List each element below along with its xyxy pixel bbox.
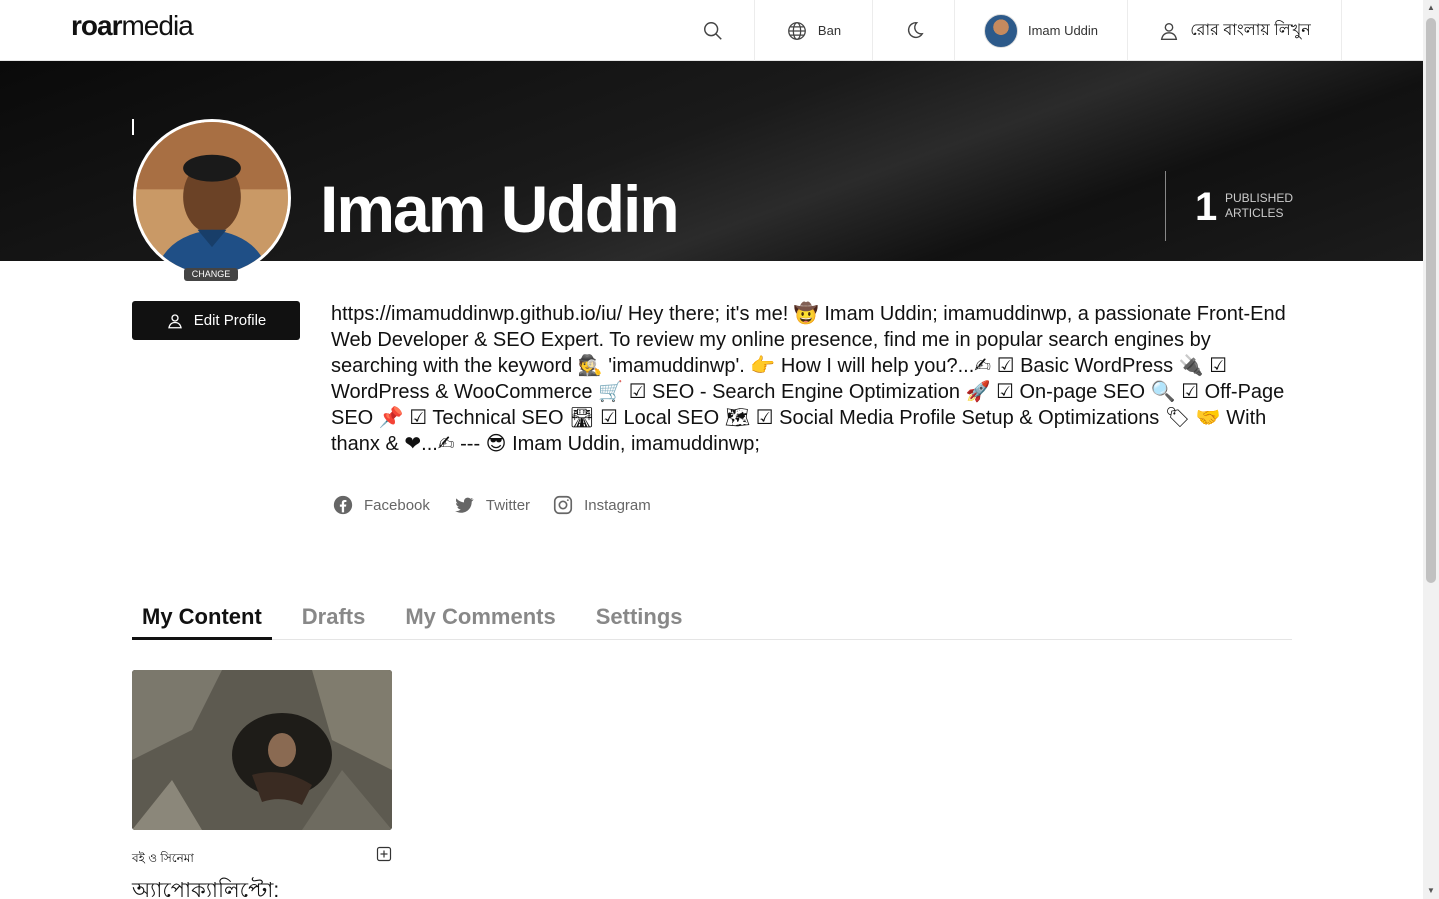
language-label: Ban bbox=[817, 23, 842, 38]
top-navbar: roarmedia Ban Imam Uddin রোর বাংলায় লিখ… bbox=[0, 0, 1423, 61]
user-name: Imam Uddin bbox=[1027, 23, 1099, 38]
edit-profile-button[interactable]: Edit Profile bbox=[132, 301, 300, 340]
profile-tabs: My Content Drafts My Comments Settings bbox=[132, 600, 1292, 640]
article-card[interactable]: বই ও সিনেমা অ্যাপোক্যালিপ্টো: bbox=[132, 670, 392, 899]
change-avatar-button[interactable]: CHANGE bbox=[184, 268, 238, 281]
article-title[interactable]: অ্যাপোক্যালিপ্টো: bbox=[132, 874, 279, 899]
search-button[interactable] bbox=[672, 0, 754, 61]
edit-profile-label: Edit Profile bbox=[193, 312, 267, 329]
search-icon bbox=[704, 21, 722, 40]
page-scrollbar[interactable]: ▲ ▼ bbox=[1423, 0, 1439, 899]
twitter-link[interactable]: Twitter bbox=[452, 494, 530, 516]
instagram-label: Instagram bbox=[584, 496, 651, 514]
roarmedia-logo[interactable]: roarmedia bbox=[71, 10, 194, 42]
user-icon bbox=[167, 313, 182, 328]
user-menu[interactable]: Imam Uddin bbox=[954, 0, 1127, 61]
profile-name: Imam Uddin bbox=[320, 172, 680, 246]
language-switcher[interactable]: Ban bbox=[754, 0, 872, 61]
instagram-icon bbox=[553, 495, 573, 515]
profile-avatar[interactable] bbox=[133, 119, 291, 277]
article-category[interactable]: বই ও সিনেমা bbox=[132, 850, 194, 870]
article-thumbnail[interactable] bbox=[132, 670, 392, 830]
facebook-link[interactable]: Facebook bbox=[332, 494, 430, 516]
tab-my-comments[interactable]: My Comments bbox=[395, 600, 565, 640]
moon-icon bbox=[907, 21, 924, 38]
twitter-label: Twitter bbox=[485, 496, 531, 514]
tab-my-content[interactable]: My Content bbox=[132, 600, 272, 640]
bookmark-add-icon[interactable] bbox=[376, 846, 392, 862]
write-label: রোর বাংলায় লিখুন bbox=[1190, 22, 1311, 39]
tab-drafts[interactable]: Drafts bbox=[292, 600, 376, 640]
text-cursor bbox=[132, 119, 134, 135]
tab-settings[interactable]: Settings bbox=[586, 600, 693, 640]
scroll-up-arrow-icon[interactable]: ▲ bbox=[1423, 0, 1439, 16]
user-avatar bbox=[983, 13, 1018, 48]
scroll-thumb[interactable] bbox=[1426, 18, 1436, 583]
facebook-label: Facebook bbox=[364, 496, 430, 514]
scroll-down-arrow-icon[interactable]: ▼ bbox=[1423, 883, 1439, 899]
write-button[interactable]: রোর বাংলায় লিখুন bbox=[1127, 0, 1342, 61]
social-links: Facebook Twitter Instagram bbox=[332, 494, 651, 516]
published-label: PUBLISHED ARTICLES bbox=[1225, 191, 1294, 220]
globe-icon bbox=[788, 21, 806, 40]
facebook-icon bbox=[333, 495, 353, 515]
stat-divider bbox=[1165, 171, 1166, 241]
user-icon bbox=[1161, 22, 1178, 40]
twitter-icon bbox=[455, 497, 474, 513]
published-count: 1 bbox=[1195, 185, 1218, 229]
dark-mode-toggle[interactable] bbox=[872, 0, 954, 61]
profile-bio: https://imamuddinwp.github.io/iu/ Hey th… bbox=[331, 303, 1286, 455]
instagram-link[interactable]: Instagram bbox=[552, 494, 651, 516]
